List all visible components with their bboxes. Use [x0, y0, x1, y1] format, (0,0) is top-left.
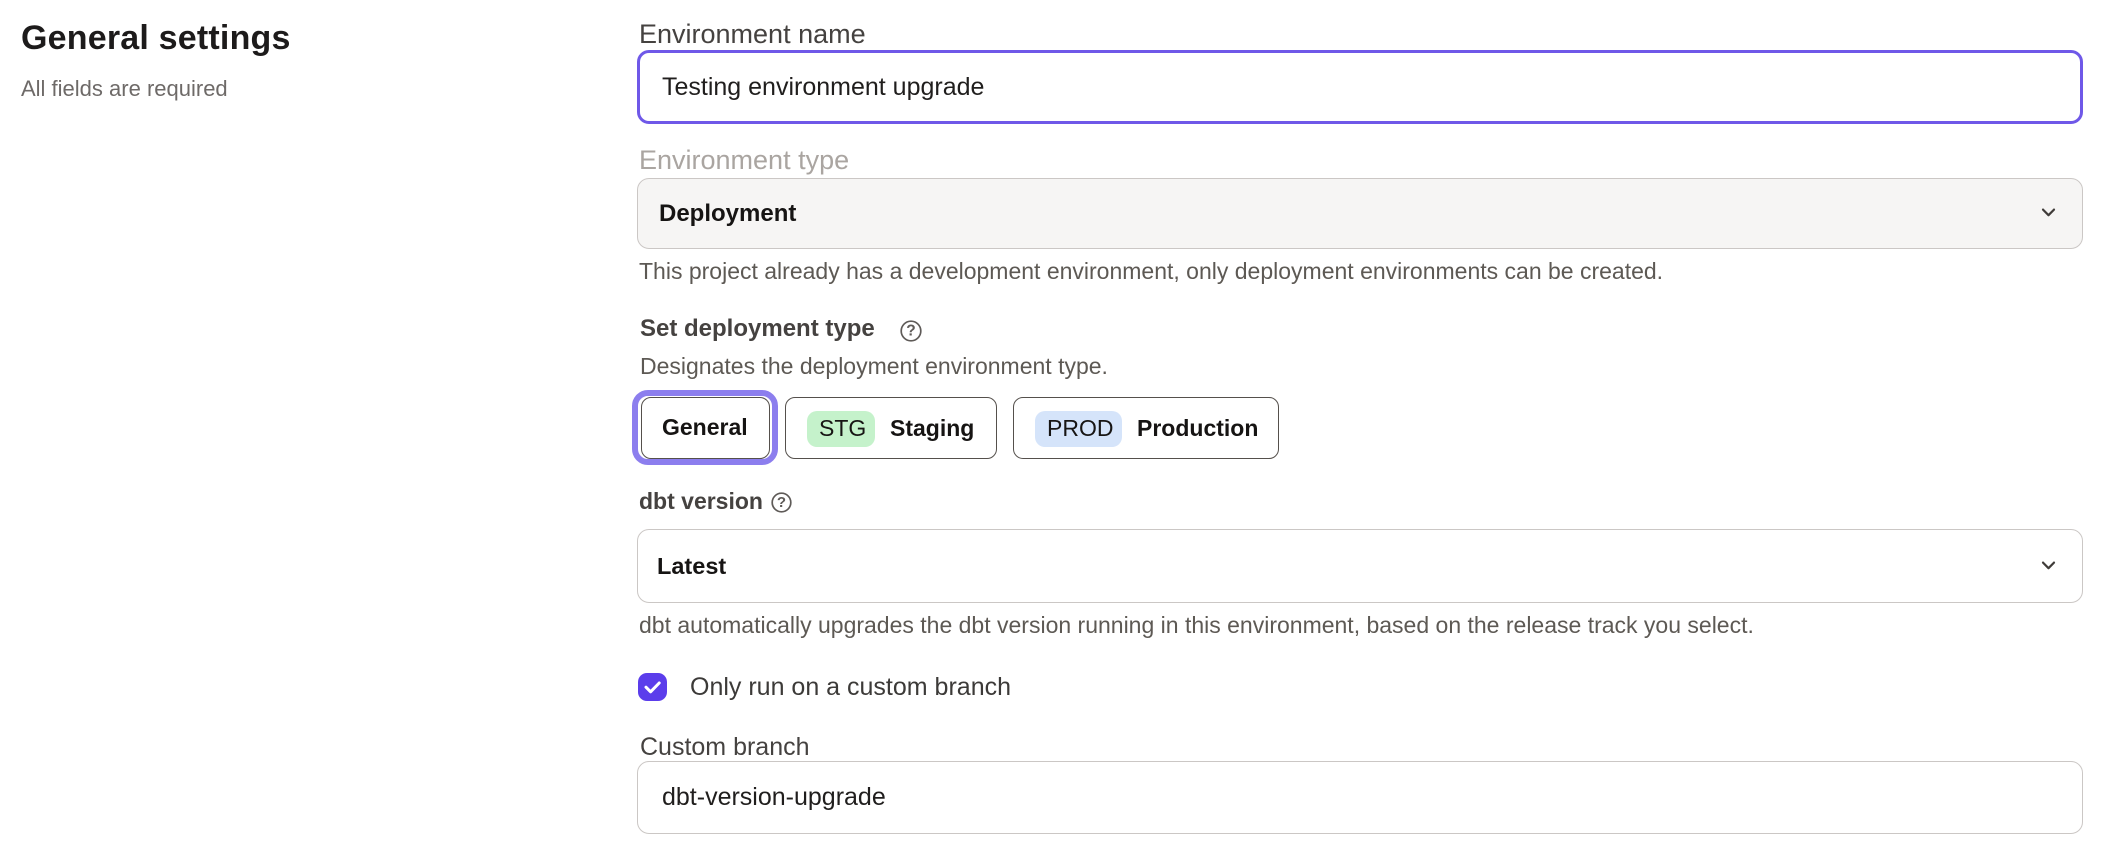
- svg-text:?: ?: [906, 323, 915, 340]
- svg-text:?: ?: [777, 494, 786, 511]
